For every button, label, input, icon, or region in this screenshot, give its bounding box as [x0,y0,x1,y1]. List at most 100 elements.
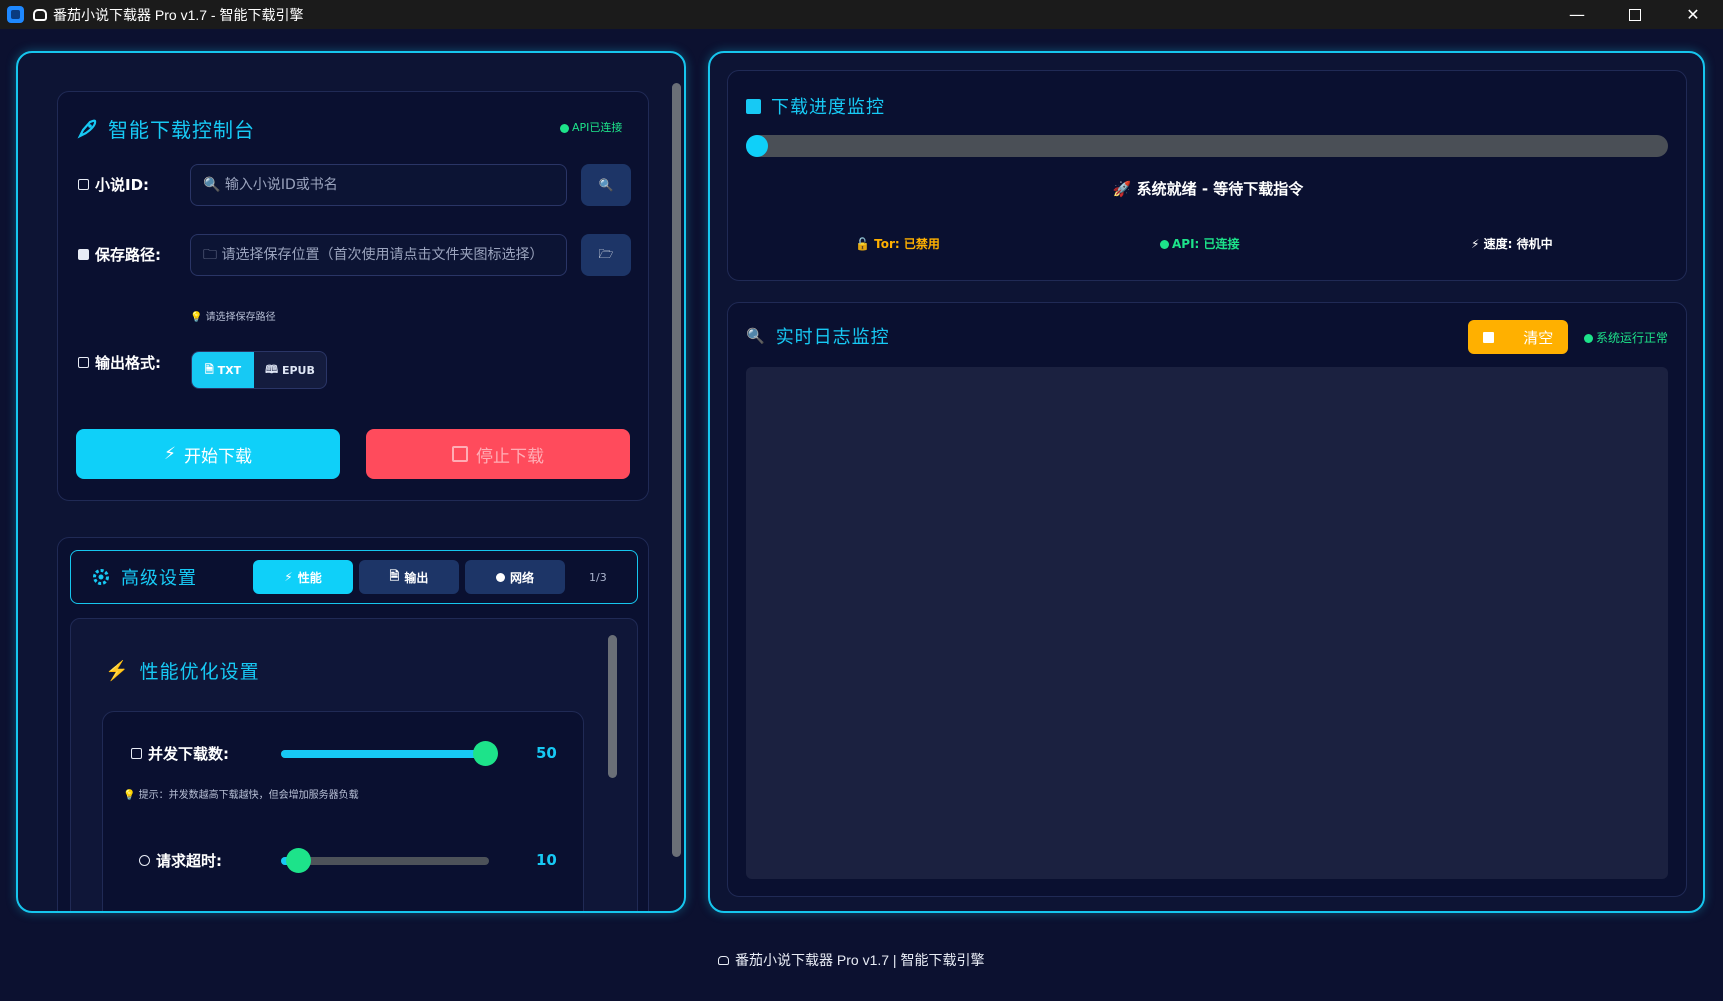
search-button[interactable]: 🔍 [581,164,631,206]
advanced-title: 高级设置 [91,564,197,590]
format-selector: 🗎 TXT 🕮 EPUB [191,351,327,389]
inner-scrollbar[interactable] [608,635,617,778]
rocket-icon: 🚀 [1112,180,1132,198]
chart-icon [746,98,761,114]
close-button[interactable]: ✕ [1664,0,1722,29]
concurrent-slider[interactable] [281,741,498,766]
concurrent-slider-thumb[interactable] [473,741,498,766]
format-txt-option[interactable]: 🗎 TXT [192,352,254,388]
folder-button[interactable]: 🗁 [581,234,631,276]
stopwatch-icon [139,855,150,866]
stop-download-button[interactable]: 停止下载 [366,429,630,479]
tab-network[interactable]: 网络 [465,560,565,594]
performance-settings-panel: ⚡ 性能优化设置 并发下载数: 50 💡 提示：并发数越高下载越快，但会增加服务… [70,618,638,911]
concurrent-label: 并发下载数: [131,743,229,764]
footer: 番茄小说下载器 Pro v1.7 | 智能下载引擎 [718,950,984,970]
cat-icon [33,8,47,21]
system-status-text: 系统就绪 - 等待下载指令 [1136,180,1304,198]
tab-network-label: 网络 [509,570,534,585]
maximize-button[interactable] [1606,0,1664,29]
status-dot-icon [1584,334,1593,343]
footer-text: 番茄小说下载器 Pro v1.7 | 智能下载引擎 [735,952,985,968]
log-title: 🔍 实时日志监控 [746,323,890,349]
globe-icon [495,572,505,582]
advanced-settings-card: 高级设置 ⚡ 性能 🗎 输出 网络 1/3 ⚡ 性能优化设置 并发下载数: 50… [57,537,649,911]
performance-section-title: ⚡ 性能优化设置 [105,657,260,684]
performance-options-box: 并发下载数: 50 💡 提示：并发数越高下载越快，但会增加服务器负载 请求超时:… [102,711,584,911]
save-path-label-text: 保存路径: [95,246,161,264]
cat-icon [718,955,729,965]
advanced-settings-bar: 高级设置 ⚡ 性能 🗎 输出 网络 1/3 [70,550,638,604]
window-title: 番茄小说下载器 Pro v1.7 - 智能下载引擎 [53,6,304,23]
lightning-icon: ⚡ [164,444,176,464]
lightning-icon: ⚡ [105,660,130,682]
performance-section-title-text: 性能优化设置 [139,661,260,683]
search-icon: 🔍 [598,178,614,192]
tab-output[interactable]: 🗎 输出 [359,560,459,594]
trash-icon [1482,331,1494,343]
concurrent-hint: 💡 提示：并发数越高下载越快，但会增加服务器负载 [123,790,359,801]
minimize-button[interactable]: — [1548,0,1606,29]
system-health-badge: 系统运行正常 [1584,329,1668,346]
log-output-area[interactable] [746,367,1668,879]
title-bar: 番茄小说下载器 Pro v1.7 - 智能下载引擎 — ✕ [0,0,1723,29]
novel-id-label-text: 小说ID: [95,176,150,194]
clear-log-label: 清空 [1523,328,1554,347]
stop-download-label: 停止下载 [476,446,544,467]
download-progress-bar [746,135,1668,157]
save-path-input[interactable] [190,234,567,276]
right-panel: 下载进度监控 🚀 系统就绪 - 等待下载指令 🔓 Tor: 已禁用 API: 已… [708,51,1705,913]
api-status-badge: API已连接 [560,119,622,135]
tab-performance[interactable]: ⚡ 性能 [253,560,353,594]
format-txt-text: TXT [217,363,242,377]
tab-output-label: 输出 [404,570,429,585]
system-health-text: 系统运行正常 [1596,331,1669,345]
format-epub-text: EPUB [281,363,315,377]
start-download-button[interactable]: ⚡ 开始下载 [76,429,340,479]
timeout-slider-thumb[interactable] [286,848,311,873]
rocket-icon [77,119,97,138]
progress-title-text: 下载进度监控 [771,97,885,118]
timeout-label-text: 请求超时: [156,852,222,870]
control-title: 智能下载控制台 [76,114,255,143]
chip-icon [131,748,142,759]
tor-status: 🔓 Tor: 已禁用 [855,235,940,252]
id-card-icon [78,179,89,190]
novel-id-input[interactable] [190,164,567,206]
left-panel-scrollbar[interactable] [672,83,681,857]
download-control-card: 智能下载控制台 API已连接 小说ID: 🔍 保存路径: 🗁 💡 请选择保存路径… [57,91,649,501]
log-monitor-card: 🔍 实时日志监控 清空 系统运行正常 [727,302,1687,897]
concurrent-label-text: 并发下载数: [148,745,229,763]
progress-title: 下载进度监控 [746,93,885,119]
tor-status-text: Tor: 已禁用 [874,237,940,251]
control-title-text: 智能下载控制台 [108,118,255,142]
save-path-label: 保存路径: [78,244,161,265]
app-icon [7,6,24,23]
api-connection-text: API: 已连接 [1172,237,1240,251]
system-status-line: 🚀 系统就绪 - 等待下载指令 [728,178,1688,199]
format-label-text: 输出格式: [95,354,161,372]
clear-log-button[interactable]: 清空 [1468,320,1568,354]
start-download-label: 开始下载 [183,446,252,467]
api-connection-status: API: 已连接 [1160,235,1240,252]
concurrent-slider-fill [281,750,485,758]
format-epub-option[interactable]: 🕮 EPUB [254,352,326,388]
page-indicator: 1/3 [589,571,607,584]
novel-id-label: 小说ID: [78,174,149,195]
timeout-slider[interactable] [281,848,489,873]
maximize-icon [1629,8,1641,21]
concurrent-value: 50 [536,744,557,762]
advanced-title-text: 高级设置 [121,568,197,589]
speed-status: ⚡ 速度: 待机中 [1471,235,1553,252]
tab-performance-label: 性能 [297,570,322,585]
status-dot-icon [1160,240,1169,249]
log-title-text: 实时日志监控 [775,327,890,348]
format-label: 输出格式: [78,352,161,373]
magnifier-icon: 🔍 [746,327,766,345]
save-path-hint: 💡 请选择保存路径 [190,312,276,323]
document-icon [78,357,89,368]
status-dot-icon [560,123,569,133]
progress-indicator [746,135,768,157]
gear-icon [93,569,109,585]
left-panel: 智能下载控制台 API已连接 小说ID: 🔍 保存路径: 🗁 💡 请选择保存路径… [16,51,686,913]
